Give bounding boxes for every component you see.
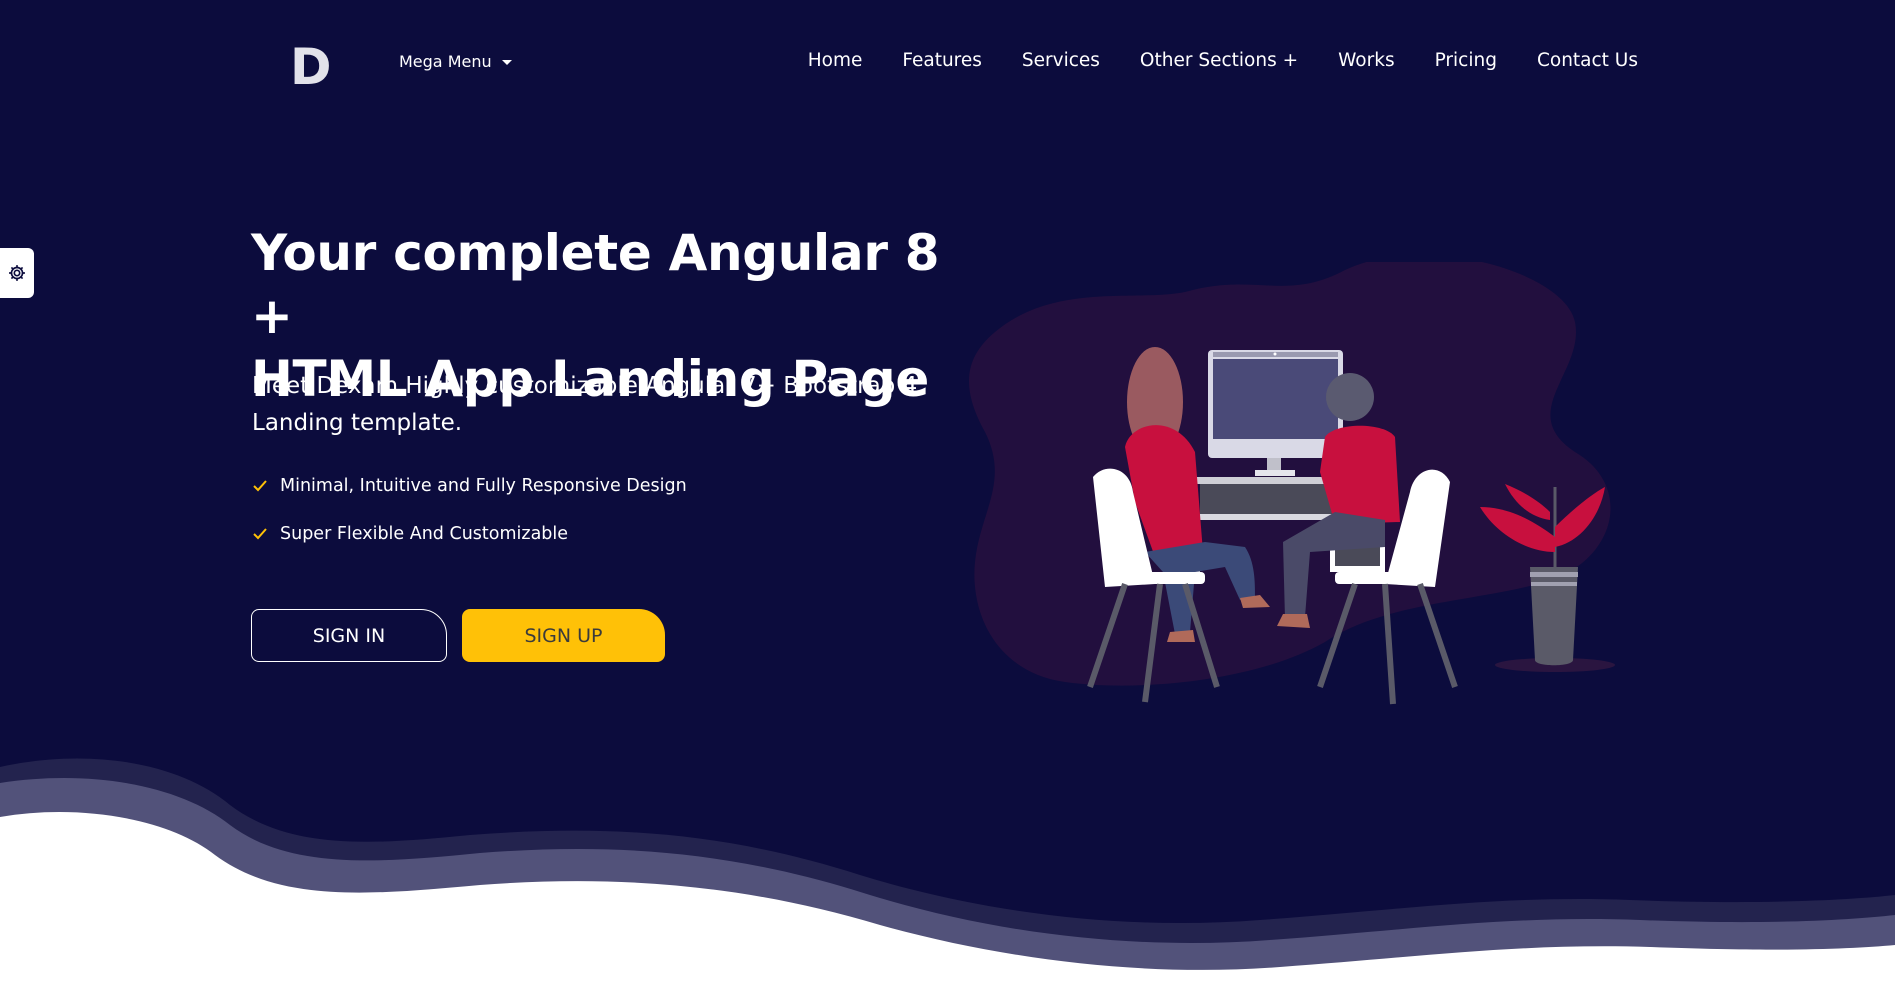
nav-services[interactable]: Services: [1022, 50, 1100, 71]
monitor-screen: [1213, 359, 1338, 439]
chair-right-seat: [1335, 572, 1435, 584]
mega-menu-toggle[interactable]: Mega Menu: [399, 52, 512, 71]
sign-up-button[interactable]: SIGN UP: [462, 609, 665, 662]
landing-page: D Mega Menu Home Features Services Other…: [0, 0, 1895, 989]
plant-pot-band: [1531, 582, 1577, 586]
hero-subtitle-line2: Landing template.: [252, 410, 463, 436]
gear-icon: [9, 265, 25, 281]
plant-pot: [1530, 567, 1578, 666]
check-icon: [252, 479, 272, 493]
svg-text:D: D: [290, 38, 332, 90]
bottom-waves: [0, 758, 1895, 989]
nav-works[interactable]: Works: [1338, 50, 1395, 71]
chair-left-seat: [1105, 572, 1205, 584]
monitor-camera: [1273, 352, 1277, 356]
hero-title-line1: Your complete Angular 8 +: [251, 224, 940, 345]
hero-subtitle-line1: Meet Dexam Highly customizable Angular 7…: [252, 373, 918, 399]
nav-pricing[interactable]: Pricing: [1435, 50, 1497, 71]
hero-subtitle: Meet Dexam Highly customizable Angular 7…: [252, 368, 972, 442]
feature-text: Minimal, Intuitive and Fully Responsive …: [280, 476, 687, 496]
feature-item: Super Flexible And Customizable: [252, 522, 687, 546]
monitor-base: [1255, 470, 1295, 476]
feature-text: Super Flexible And Customizable: [280, 524, 569, 544]
man-head: [1326, 373, 1374, 421]
nav-home[interactable]: Home: [808, 50, 863, 71]
nav-other-sections[interactable]: Other Sections +: [1140, 50, 1298, 71]
nav-features[interactable]: Features: [902, 50, 982, 71]
sign-in-button[interactable]: SIGN IN: [251, 609, 447, 662]
hero-illustration: [969, 262, 1615, 705]
settings-toggle-button[interactable]: [0, 248, 34, 298]
main-nav: Home Features Services Other Sections + …: [808, 50, 1638, 71]
logo[interactable]: D: [288, 38, 332, 90]
feature-list: Minimal, Intuitive and Fully Responsive …: [252, 474, 687, 570]
feature-item: Minimal, Intuitive and Fully Responsive …: [252, 474, 687, 498]
man-torso: [1320, 425, 1400, 524]
monitor-neck: [1267, 458, 1281, 472]
mega-menu-label: Mega Menu: [399, 52, 492, 71]
plant-pot-rim: [1530, 572, 1578, 577]
nav-contact-us[interactable]: Contact Us: [1537, 50, 1638, 71]
check-icon: [252, 527, 272, 541]
caret-down-icon: [501, 60, 512, 65]
